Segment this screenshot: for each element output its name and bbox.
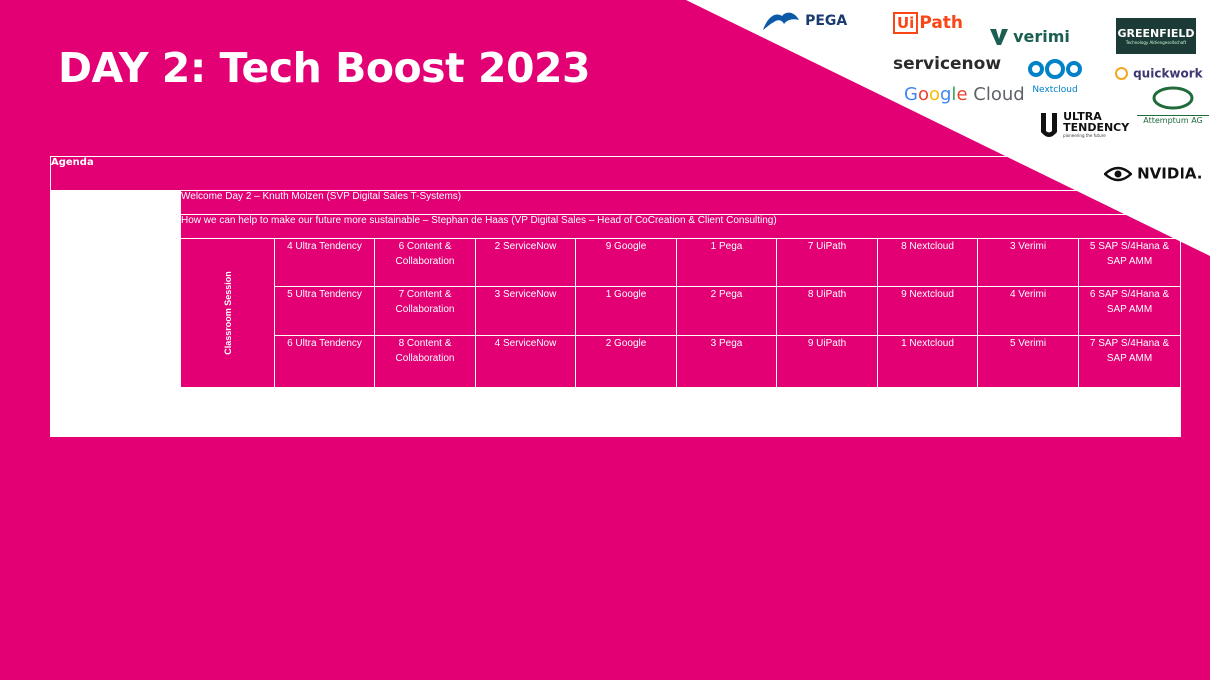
uipath-logo-text: Path: [919, 13, 964, 33]
end-day-item: End Day 2: [179, 412, 1182, 437]
quickwork-logo-text: quickwork: [1133, 66, 1203, 81]
session-cell: 7 UiPath: [776, 238, 878, 287]
session-cell: 2 ServiceNow: [475, 238, 576, 287]
quickwork-logo: quickwork: [1115, 63, 1203, 82]
session-cell: 9 Google: [575, 238, 677, 287]
session-cell: 1 Pega: [676, 238, 777, 287]
attemptum-logo-text: Attemptum AG: [1143, 116, 1203, 125]
google-letter: G: [904, 84, 918, 105]
ultra-tendency-icon: [1041, 113, 1057, 137]
greenfield-logo-subtext: Technology Aktiengesellschaft: [1125, 40, 1187, 45]
agenda-table: Agenda 09:00 – 09:10 Welcome Day 2 – Knu…: [49, 156, 1182, 437]
session-cell: 1 Google: [575, 286, 677, 336]
session-cell: 1 Nextcloud: [877, 335, 978, 388]
classroom-session-label: Classroom Session: [222, 271, 233, 355]
time-slot: 12:30 – 13:00: [50, 387, 181, 413]
session-cell: 7 Content & Collaboration: [374, 286, 476, 336]
session-cell: 2 Google: [575, 335, 677, 388]
google-letter: g: [939, 84, 952, 105]
session-cell: 3 ServiceNow: [475, 286, 576, 336]
session-cell: 8 Nextcloud: [877, 238, 978, 287]
session-cell: 3 Verimi: [977, 238, 1079, 287]
servicenow-logo: servicenow: [893, 54, 1001, 74]
verimi-logo: verimi: [990, 26, 1070, 46]
pega-icon: [763, 12, 799, 30]
nextcloud-icon: [1028, 59, 1082, 79]
google-cloud-logo-text: Cloud: [973, 84, 1025, 105]
session-cell: 7 SAP S/4Hana & SAP AMM: [1077, 335, 1182, 388]
time-slot: 11:45 – 12:30: [50, 335, 181, 388]
tendency-logo-text: TENDENCY: [1063, 121, 1130, 134]
verimi-logo-text: verimi: [1013, 27, 1070, 46]
session-cell: 4 ServiceNow: [475, 335, 576, 388]
session-cell: 5 Verimi: [977, 335, 1079, 388]
google-letter: o: [917, 84, 929, 105]
session-cell: 9 Nextcloud: [877, 286, 978, 336]
verimi-icon: [990, 28, 1008, 45]
ultra-tendency-logo: ULTRA TENDENCY pioneering the future: [1040, 111, 1129, 139]
session-cell: 9 UiPath: [776, 335, 878, 388]
time-slot: 13:00: [50, 412, 181, 437]
session-cell: 5 SAP S/4Hana & SAP AMM: [1077, 238, 1182, 287]
session-cell: 8 Content & Collaboration: [374, 335, 476, 388]
pega-logo: PEGA: [762, 10, 847, 32]
classroom-session-cell: Classroom Session: [180, 238, 275, 388]
agenda-heading: Agenda: [49, 156, 1182, 191]
session-cell: 4 Ultra Tendency: [274, 238, 375, 287]
lunch-item: Lunch/Meet & Greet Part 3: [179, 387, 1182, 413]
attemptum-icon: [1152, 86, 1194, 110]
agenda-item: How we can help to make our future more …: [179, 214, 1182, 239]
session-cell: 6 SAP S/4Hana & SAP AMM: [1077, 286, 1182, 336]
quickwork-icon: [1115, 67, 1128, 80]
pega-logo-text: PEGA: [805, 13, 848, 29]
session-cell: 6 Ultra Tendency: [274, 335, 375, 388]
time-slot: 10:45 – 11:30: [50, 286, 181, 336]
session-cell: 3 Pega: [676, 335, 777, 388]
nextcloud-logo: Nextcloud: [1026, 58, 1084, 95]
ultra-tendency-text-block: ULTRA TENDENCY pioneering the future: [1063, 111, 1129, 138]
google-cloud-logo: Google Cloud: [904, 84, 1025, 105]
google-letter: e: [956, 84, 968, 105]
agenda-item: Welcome Day 2 – Knuth Molzen (SVP Digita…: [179, 190, 1182, 215]
time-slot: 09:45 – 10:30: [50, 238, 181, 287]
time-slot: 09:10 – 09:30: [50, 214, 181, 239]
nextcloud-logo-text: Nextcloud: [1032, 85, 1078, 95]
uipath-logo-box: Ui: [893, 12, 919, 34]
page-title: DAY 2: Tech Boost 2023: [58, 44, 591, 92]
session-cell: 8 UiPath: [776, 286, 878, 336]
attemptum-logo: Attemptum AG: [1137, 86, 1209, 125]
greenfield-logo: GREENFIELD Technology Aktiengesellschaft: [1116, 18, 1196, 54]
time-slot: 09:00 – 09:10: [50, 190, 181, 215]
uipath-logo: Ui Path: [893, 12, 963, 34]
session-cell: 5 Ultra Tendency: [274, 286, 375, 336]
session-cell: 2 Pega: [676, 286, 777, 336]
servicenow-logo-text: serviceno: [893, 54, 986, 74]
session-cell: 4 Verimi: [977, 286, 1079, 336]
session-cell: 6 Content & Collaboration: [374, 238, 476, 287]
greenfield-logo-text: GREENFIELD: [1117, 27, 1195, 40]
google-letter: o: [928, 84, 940, 105]
servicenow-logo-w: w: [985, 54, 1002, 74]
